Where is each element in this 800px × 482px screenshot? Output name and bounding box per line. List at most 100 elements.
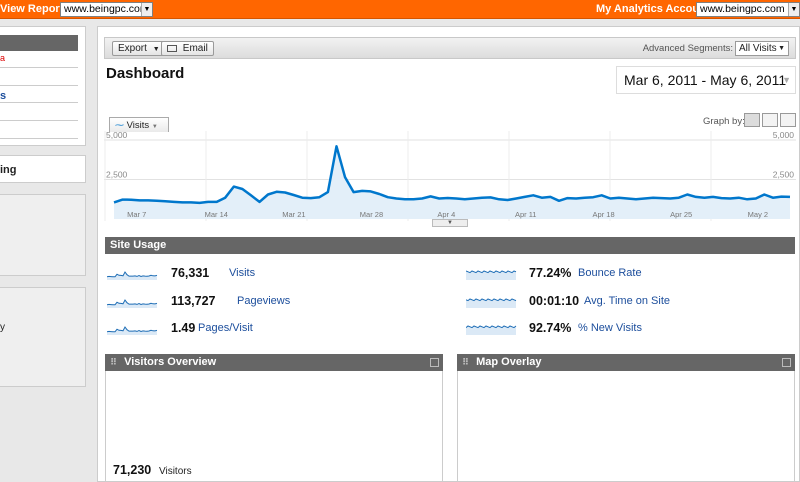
sparkline-area bbox=[466, 271, 516, 280]
map-overlay-title: Map Overlay bbox=[476, 356, 542, 368]
metric-value: 77.24% bbox=[529, 266, 572, 280]
toolbar: Export ▼ Email Advanced Segments: All Vi… bbox=[104, 37, 796, 59]
sparkline-line bbox=[107, 271, 158, 278]
divider bbox=[0, 67, 78, 68]
segment-value: All Visits bbox=[739, 43, 777, 54]
sidebar-box-2: ing bbox=[0, 155, 86, 183]
envelope-icon bbox=[167, 45, 177, 52]
visitors-value: 71,230 bbox=[113, 463, 152, 477]
accounts-select[interactable]: www.beingpc.com ▼ bbox=[696, 2, 800, 17]
visits-chart-svg: 5,000 5,000 2,500 2,500 Mar 7 Mar 14 Mar 21 Mar… bbox=[104, 130, 796, 221]
metric-name[interactable]: Bounce Rate bbox=[578, 267, 642, 279]
sparkline bbox=[107, 271, 158, 280]
sidebar-box-3 bbox=[0, 194, 86, 276]
chevron-down-icon: ▼ bbox=[151, 124, 158, 130]
metric-row: 77.24% Bounce Rate bbox=[466, 264, 796, 282]
metric-name[interactable]: % New Visits bbox=[578, 322, 642, 334]
x-tick-label: Apr 4 bbox=[437, 210, 455, 219]
graph-metric-label: Visits bbox=[126, 120, 150, 131]
y-tick-label: 2,500 bbox=[773, 170, 795, 180]
sidebar-active-item[interactable] bbox=[0, 35, 78, 51]
page-title: Dashboard bbox=[106, 65, 185, 82]
metric-name[interactable]: Avg. Time on Site bbox=[584, 295, 670, 307]
metric-value: 76,331 bbox=[171, 266, 210, 280]
visitors-overview-panel bbox=[105, 371, 443, 482]
chevron-down-icon: ▼ bbox=[778, 45, 785, 52]
sidebar-fragment-y: y bbox=[0, 322, 5, 333]
view-reports-select[interactable]: www.beingpc.com ▼ bbox=[60, 2, 153, 17]
metric-row: 1.49 Pages/Visit bbox=[107, 319, 437, 337]
visits-chart: 5,000 5,000 2,500 2,500 Mar 7 Mar 14 Mar 21 Mar… bbox=[104, 130, 796, 221]
metric-value: 00:01:10 bbox=[529, 294, 580, 308]
sidebar-fragment-ing[interactable]: ing bbox=[0, 164, 17, 176]
divider bbox=[0, 120, 78, 121]
email-button[interactable]: Email bbox=[161, 41, 214, 56]
visitors-overview-header[interactable]: ⠿ Visitors Overview bbox=[105, 354, 443, 371]
email-label: Email bbox=[182, 43, 208, 54]
metric-row: 76,331 Visits bbox=[107, 264, 437, 282]
x-tick-label: Apr 11 bbox=[515, 210, 537, 219]
sparkline-line bbox=[107, 326, 158, 333]
map-overlay-panel bbox=[457, 371, 795, 482]
sidebar-fragment-red[interactable]: a bbox=[0, 53, 5, 63]
sidebar-box-4: y bbox=[0, 287, 86, 387]
metric-row: 113,727 Pageviews bbox=[107, 292, 437, 310]
drag-handle-icon[interactable]: ⠿ bbox=[110, 357, 117, 367]
metric-value: 113,727 bbox=[171, 294, 216, 308]
sparkline bbox=[466, 270, 517, 280]
x-tick-label: Mar 7 bbox=[127, 210, 146, 219]
divider bbox=[0, 85, 78, 86]
x-tick-label: Mar 14 bbox=[205, 210, 228, 219]
x-tick-label: Apr 18 bbox=[593, 210, 615, 219]
sparkline-line bbox=[466, 298, 517, 302]
sidebar-fragment-blue[interactable]: s bbox=[0, 90, 6, 102]
chevron-down-icon: ▼ bbox=[141, 3, 152, 16]
visitors-overview-title: Visitors Overview bbox=[124, 356, 217, 368]
metric-row: 92.74% % New Visits bbox=[466, 319, 796, 337]
metric-row: 00:01:10 Avg. Time on Site bbox=[466, 292, 796, 310]
sparkline bbox=[107, 299, 158, 308]
metric-name[interactable]: Pageviews bbox=[237, 295, 290, 307]
sparkline bbox=[466, 325, 517, 335]
y-tick-label: 2,500 bbox=[106, 170, 128, 180]
export-button[interactable]: Export ▼ bbox=[112, 41, 166, 56]
y-tick-label: 5,000 bbox=[773, 131, 795, 140]
chevron-down-icon: ▼ bbox=[788, 3, 799, 16]
close-icon[interactable] bbox=[782, 358, 791, 367]
date-range-picker[interactable]: Mar 6, 2011 - May 6, 2011 ▼ bbox=[616, 66, 796, 94]
x-tick-label: Apr 25 bbox=[670, 210, 692, 219]
left-sidebar: a s ing y bbox=[0, 19, 96, 482]
site-usage-header: Site Usage bbox=[105, 237, 795, 254]
x-tick-label: May 2 bbox=[748, 210, 768, 219]
divider bbox=[0, 138, 78, 139]
export-label: Export bbox=[118, 43, 147, 54]
graph-by-month-button[interactable] bbox=[780, 113, 796, 127]
drag-handle-icon[interactable]: ⠿ bbox=[462, 357, 469, 367]
sidebar-nav-box: a s bbox=[0, 26, 86, 146]
close-icon[interactable] bbox=[430, 358, 439, 367]
y-tick-label: 5,000 bbox=[106, 131, 128, 140]
graph-by-label: Graph by: bbox=[703, 116, 745, 127]
chart-resize-handle[interactable]: ▼ bbox=[432, 219, 468, 227]
graph-metric-tab[interactable]: ⁓ Visits ▼ bbox=[109, 117, 169, 132]
advanced-segments-label: Advanced Segments: bbox=[642, 43, 733, 54]
metric-name[interactable]: Pages/Visit bbox=[198, 322, 253, 334]
date-range-value: Mar 6, 2011 - May 6, 2011 bbox=[624, 72, 787, 88]
metric-name[interactable]: Visits bbox=[229, 267, 255, 279]
site-usage-title: Site Usage bbox=[110, 239, 167, 251]
visits-area bbox=[114, 146, 790, 219]
sparkline bbox=[466, 298, 517, 308]
graph-by-week-button[interactable] bbox=[762, 113, 778, 127]
visits-line bbox=[113, 145, 791, 205]
x-tick-label: Mar 21 bbox=[282, 210, 305, 219]
segment-select[interactable]: All Visits ▼ bbox=[735, 41, 789, 56]
chevron-down-icon: ▼ bbox=[152, 46, 160, 53]
top-bar: View Reports: www.beingpc.com ▼ My Analy… bbox=[0, 0, 800, 19]
graph-by-day-button[interactable] bbox=[744, 113, 760, 127]
sparkline bbox=[107, 326, 158, 335]
map-overlay-header[interactable]: ⠿ Map Overlay bbox=[457, 354, 795, 371]
x-tick-label: Mar 28 bbox=[360, 210, 383, 219]
metric-value: 1.49 bbox=[171, 321, 196, 335]
visitors-label: Visitors bbox=[159, 466, 192, 477]
chevron-down-icon: ▼ bbox=[782, 75, 791, 85]
